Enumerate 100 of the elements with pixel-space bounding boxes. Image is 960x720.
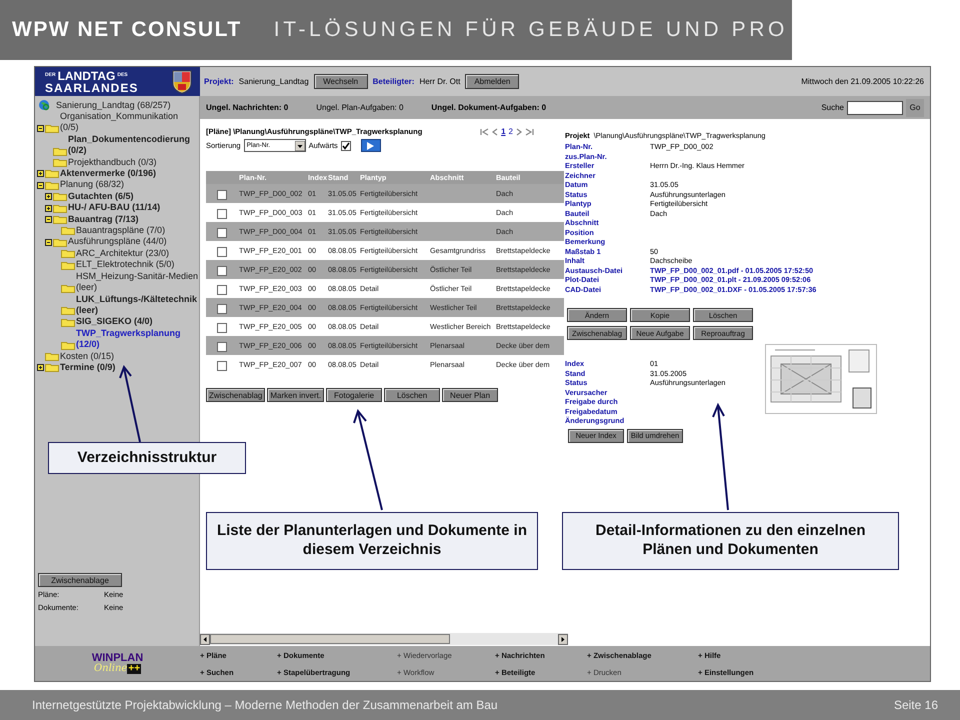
folder-icon bbox=[45, 122, 59, 133]
checkbox[interactable] bbox=[217, 208, 227, 218]
tree-item[interactable]: SIG_SIGEKO (4/0) bbox=[75, 316, 153, 328]
tree-item[interactable]: Organisation_Kommunikation (0/5) bbox=[59, 111, 199, 134]
button[interactable]: Wechseln bbox=[314, 74, 368, 89]
folder-icon bbox=[45, 168, 59, 178]
collapse-icon[interactable] bbox=[37, 124, 44, 132]
tree-item[interactable]: Bauantrag (7/13) bbox=[67, 214, 139, 226]
tree-item[interactable]: HU-/ AFU-BAU (11/14) bbox=[67, 202, 160, 214]
button[interactable]: Marken invert. bbox=[267, 388, 324, 402]
folder-icon bbox=[53, 191, 67, 202]
checkbox[interactable] bbox=[217, 360, 227, 370]
participant-name: Herr Dr. Ott bbox=[419, 77, 460, 86]
callout-label: Liste der Planunterlagen und Dokumente in diesem Verzeichnis bbox=[206, 512, 538, 570]
tree-item[interactable]: HSM_Heizung-Sanitär-Medien (leer) bbox=[75, 270, 199, 294]
folder-icon bbox=[61, 316, 75, 327]
next-page-icon bbox=[516, 128, 522, 136]
folder-icon bbox=[53, 236, 67, 247]
button[interactable]: Löschen bbox=[384, 388, 440, 402]
logo-text: WINPLAN bbox=[92, 653, 144, 664]
logo-text: ++ bbox=[127, 664, 142, 674]
folder-icon bbox=[53, 202, 67, 213]
button[interactable]: Zwischenablage bbox=[38, 573, 122, 587]
checkbox[interactable] bbox=[217, 322, 227, 332]
tree-item[interactable]: Projekthandbuch (0/3) bbox=[67, 156, 157, 168]
previous-page-icon bbox=[492, 128, 498, 136]
tree-item[interactable]: Bauantragspläne (7/0) bbox=[75, 225, 166, 236]
checkbox[interactable] bbox=[217, 342, 227, 352]
tree-item[interactable]: Sanierung_Landtag (68/257) bbox=[55, 100, 171, 111]
globe-icon bbox=[38, 99, 50, 111]
folder-icon bbox=[61, 248, 75, 258]
checkbox[interactable] bbox=[217, 304, 227, 314]
folder-icon bbox=[45, 180, 59, 190]
coat-of-arms-icon bbox=[172, 70, 192, 94]
counter-text: Ungel. Nachrichten: 0 bbox=[206, 103, 288, 112]
expand-icon[interactable] bbox=[37, 364, 44, 372]
checkbox[interactable] bbox=[217, 266, 227, 276]
tree-item[interactable]: ELT_Elektrotechnik (5/0) bbox=[75, 259, 174, 271]
collapse-icon[interactable] bbox=[45, 238, 52, 246]
page-link[interactable]: 2 bbox=[508, 127, 513, 136]
play-button[interactable] bbox=[360, 139, 381, 152]
project-label: Projekt: bbox=[204, 77, 234, 86]
tree-item[interactable]: ARC_Architektur (23/0) bbox=[75, 248, 170, 260]
logo-text: Online bbox=[94, 664, 128, 674]
checkbox[interactable] bbox=[217, 228, 227, 238]
tree-item[interactable]: Planung (68/32) bbox=[59, 179, 124, 191]
date-time: Mittwoch den 21.09.2005 10:22:26 bbox=[801, 77, 925, 86]
expand-icon[interactable] bbox=[45, 204, 52, 212]
collapse-icon[interactable] bbox=[37, 182, 44, 189]
tree-item[interactable]: Ausführungspläne (44/0) bbox=[67, 236, 167, 248]
slide-tagline: IT-LÖSUNGEN FÜR GEBÄUDE UND PRO bbox=[274, 18, 788, 42]
button[interactable]: Abmelden bbox=[465, 74, 520, 89]
expand-icon[interactable] bbox=[45, 193, 52, 200]
slide-title: WPW NET CONSULT bbox=[12, 18, 242, 42]
tree-item[interactable]: Aktenvermerke (0/196) bbox=[59, 168, 156, 180]
folder-icon bbox=[61, 225, 75, 236]
folder-icon bbox=[61, 305, 75, 316]
folder-icon bbox=[61, 260, 75, 270]
checkbox[interactable] bbox=[217, 190, 227, 200]
callout-label: Detail-Informationen zu den einzelnen Plänen und Dokumenten bbox=[562, 512, 899, 570]
scrollbar[interactable] bbox=[200, 633, 568, 645]
scrollbar-thumb[interactable] bbox=[210, 634, 450, 644]
footer-text: Internetgestützte Projektabwicklung – Moderne Methoden der Zusammenarbeit am Bau bbox=[32, 698, 498, 712]
search-label: Suche bbox=[821, 103, 844, 112]
counter-text: Ungel. Plan-Aufgaben: 0 bbox=[316, 103, 404, 112]
callout-label: Verzeichnisstruktur bbox=[48, 442, 246, 474]
folder-icon bbox=[45, 362, 59, 372]
search-field[interactable] bbox=[847, 100, 903, 114]
expand-icon[interactable] bbox=[37, 170, 44, 178]
tree-item[interactable]: TWP_Tragwerksplanung (12/0) bbox=[75, 328, 199, 351]
first-page-icon bbox=[480, 128, 490, 136]
tree-item[interactable]: LUK_Lüftungs-/Kältetechnik (leer) bbox=[75, 294, 199, 316]
checkbox[interactable] bbox=[340, 140, 351, 150]
button[interactable]: Fotogalerie bbox=[326, 388, 382, 402]
button[interactable]: Neuer Plan bbox=[442, 388, 498, 402]
folder-icon bbox=[53, 214, 67, 224]
play-icon bbox=[367, 142, 374, 150]
button[interactable]: Zwischenablag bbox=[206, 388, 266, 402]
participant-label: Beteiligter: bbox=[372, 77, 414, 86]
checkbox[interactable] bbox=[217, 246, 227, 256]
folder-icon bbox=[53, 146, 67, 156]
tree-item[interactable]: Termine (0/9) bbox=[59, 362, 116, 374]
tree-item[interactable]: Gutachten (6/5) bbox=[67, 190, 134, 202]
page-link[interactable]: 1 bbox=[501, 127, 506, 136]
scroll-right-icon bbox=[558, 634, 568, 644]
folder-icon bbox=[45, 350, 59, 361]
counter-text: Ungel. Dokument-Aufgaben: 0 bbox=[431, 103, 546, 112]
logo-text: SAARLANDES bbox=[45, 82, 138, 94]
logo-text: LANDTAG bbox=[58, 70, 116, 82]
folder-icon bbox=[53, 157, 67, 168]
caret-icon bbox=[294, 140, 305, 150]
project-name: Sanierung_Landtag bbox=[238, 77, 309, 86]
checkbox[interactable] bbox=[217, 284, 227, 294]
last-page-icon bbox=[525, 128, 534, 136]
scroll-left-icon bbox=[200, 634, 210, 644]
tree-item[interactable]: Kosten (0/15) bbox=[59, 350, 114, 362]
collapse-icon[interactable] bbox=[45, 216, 52, 224]
folder-icon bbox=[61, 282, 75, 292]
button[interactable]: Go bbox=[906, 98, 924, 116]
tree-item[interactable]: Plan_Dokumentencodierung (0/2) bbox=[67, 134, 199, 157]
